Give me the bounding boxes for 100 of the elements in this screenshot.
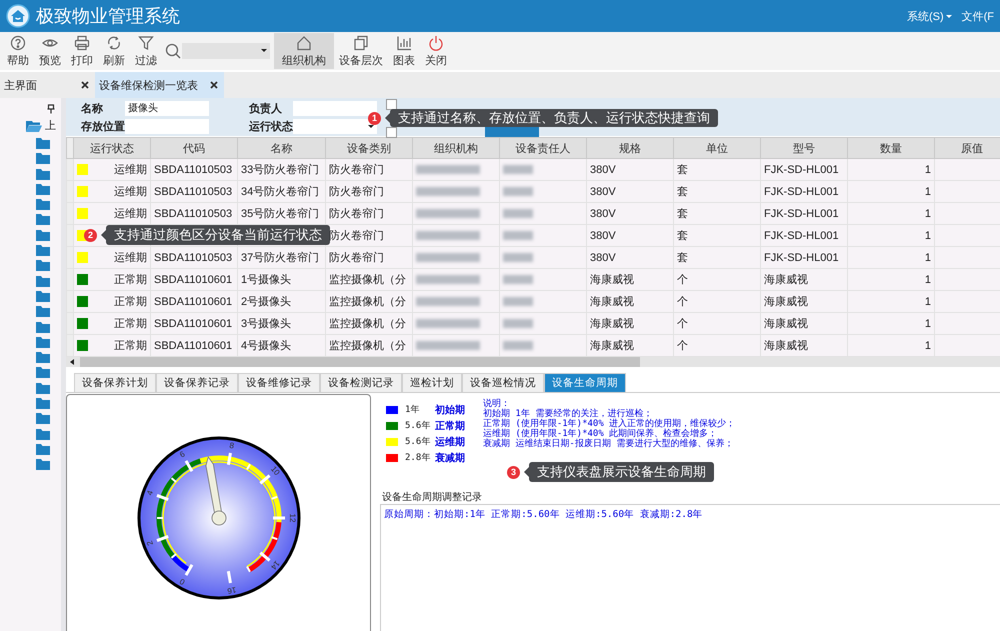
tab[interactable]: 设备检测记录 [320,373,402,392]
column-header[interactable]: 设备类别 [326,138,412,158]
toolbar-button[interactable]: 设备层次 [334,33,388,69]
window-title: 极致物业管理系统 [36,5,180,28]
table-cell: 34号防火卷帘门 [241,186,320,198]
folder-icon[interactable] [36,260,50,272]
left-arrow-icon[interactable] [69,359,75,365]
table-cell: FJK-SD-HL001 [764,186,839,198]
search-icon [165,43,181,59]
callout-tooltip: 支持仪表盘展示设备生命周期 [529,462,714,482]
column-header[interactable]: 型号 [760,138,848,158]
blurred-text [416,319,480,328]
document-tab[interactable]: 主界面 [0,72,95,98]
table-cell: 1 [924,274,931,286]
table-cell-text: 运维期 [114,250,147,265]
folder-icon[interactable] [36,199,50,210]
note-line: 衰减期 运维结束日期-报废日期 需要进行大型的维修、保养； [483,439,734,449]
toolbar-button[interactable]: 帮助 [2,33,34,69]
table-cell: 防火卷帘门 [329,164,384,176]
close-icon[interactable] [210,81,218,89]
table-cell: 33号防火卷帘门 [241,164,320,176]
toolbar-button[interactable]: 过滤 [130,33,162,69]
scroll-thumb[interactable] [80,357,640,367]
table-cell: 1 [924,208,931,220]
toolbar-button[interactable]: 图表 [388,33,420,69]
table-cell: SBDA11010503 [154,208,232,220]
column-header[interactable]: 原值 [934,138,1000,158]
table-cell: 380V [590,186,616,198]
blurred-text [416,253,480,262]
toolbar-button[interactable]: 关闭 [420,33,452,69]
field-label: 运行状态 [249,120,293,134]
folder-icon[interactable] [36,290,50,302]
folder-icon[interactable] [36,367,50,378]
column-header[interactable]: 规格 [586,138,674,158]
folder-icon[interactable] [36,398,50,410]
table-cell-text: 正常期 [114,295,147,309]
column-header[interactable]: 组织机构 [412,138,500,158]
close-icon[interactable] [81,81,89,89]
table-cell: FJK-SD-HL001 [764,164,839,176]
note-line: 正常期 (使用年限-1年)*40% 进入正常的使用期，维保较少； [483,419,736,429]
folder-icon[interactable] [36,276,50,287]
column-header[interactable]: 单位 [674,138,760,158]
column-header[interactable]: 设备责任人 [500,138,586,158]
document-tab[interactable]: 设备维保检测一览表 [95,72,224,98]
folder-icon[interactable] [36,413,50,424]
folder-icon[interactable] [36,168,50,180]
tab[interactable]: 设备保养记录 [156,373,238,392]
column-header[interactable]: 名称 [238,138,326,158]
blurred-text [503,253,533,262]
legend-phase: 正常期 [435,420,465,432]
folder-icon[interactable] [36,230,50,241]
refresh-icon [106,34,122,50]
folder-icon[interactable] [36,382,50,394]
table-cell: 1 [924,186,931,198]
table-cell: FJK-SD-HL001 [764,252,839,264]
folder-icon[interactable] [36,214,50,226]
table-cell: 监控摄像机（分 [329,296,406,308]
folder-icon[interactable] [36,138,50,149]
text-field[interactable] [293,100,377,116]
folder-icon[interactable] [36,428,50,440]
tab[interactable]: 设备维修记录 [238,373,320,392]
column-header[interactable]: 运行状态 [74,138,150,158]
tab[interactable]: 设备生命周期 [544,373,626,392]
table-cell: 防火卷帘门 [329,252,384,264]
horizontal-scrollbar[interactable] [66,357,1000,367]
pin-icon[interactable] [47,104,55,114]
notes-title: 说明： [483,399,511,409]
checkbox[interactable] [386,99,397,110]
tab[interactable]: 设备保养计划 [74,373,156,392]
tab[interactable]: 设备巡检情况 [462,373,544,392]
tree-item[interactable]: 上 [45,118,56,133]
folder-icon[interactable] [36,306,50,318]
table-cell: FJK-SD-HL001 [764,230,839,242]
column-header[interactable]: 数量 [848,138,934,158]
menu-item[interactable]: 文件(F [962,8,994,24]
text-field[interactable]: 摄像头 [125,100,209,116]
table-cell: 380V [590,230,616,242]
toolbar-button[interactable]: 刷新 [98,33,130,69]
toolbar-button[interactable]: 打印 [66,33,98,69]
menu-item[interactable]: 系统(S) [906,8,952,24]
blurred-text [503,231,533,240]
folder-icon[interactable] [36,444,50,455]
toolbar-button[interactable]: 预览 [34,33,66,69]
folder-icon[interactable] [36,459,50,470]
folder-icon[interactable] [36,322,50,333]
folder-icon[interactable] [36,336,50,348]
table-cell: 1 [924,252,931,264]
tab[interactable]: 巡检计划 [402,373,462,392]
text-field[interactable] [125,118,209,134]
table-cell: 个 [677,318,688,330]
checkbox[interactable] [386,127,397,138]
toolbar-button[interactable]: 组织机构 [274,33,334,69]
table-cell: 4号摄像头 [241,340,292,352]
table-cell: SBDA11010503 [154,164,232,176]
column-header[interactable]: 代码 [150,138,238,158]
folder-icon[interactable] [36,245,50,256]
folder-icon[interactable] [36,184,50,195]
folder-icon[interactable] [36,153,50,164]
folder-icon[interactable] [36,352,50,364]
table-cell: SBDA11010601 [154,318,232,330]
